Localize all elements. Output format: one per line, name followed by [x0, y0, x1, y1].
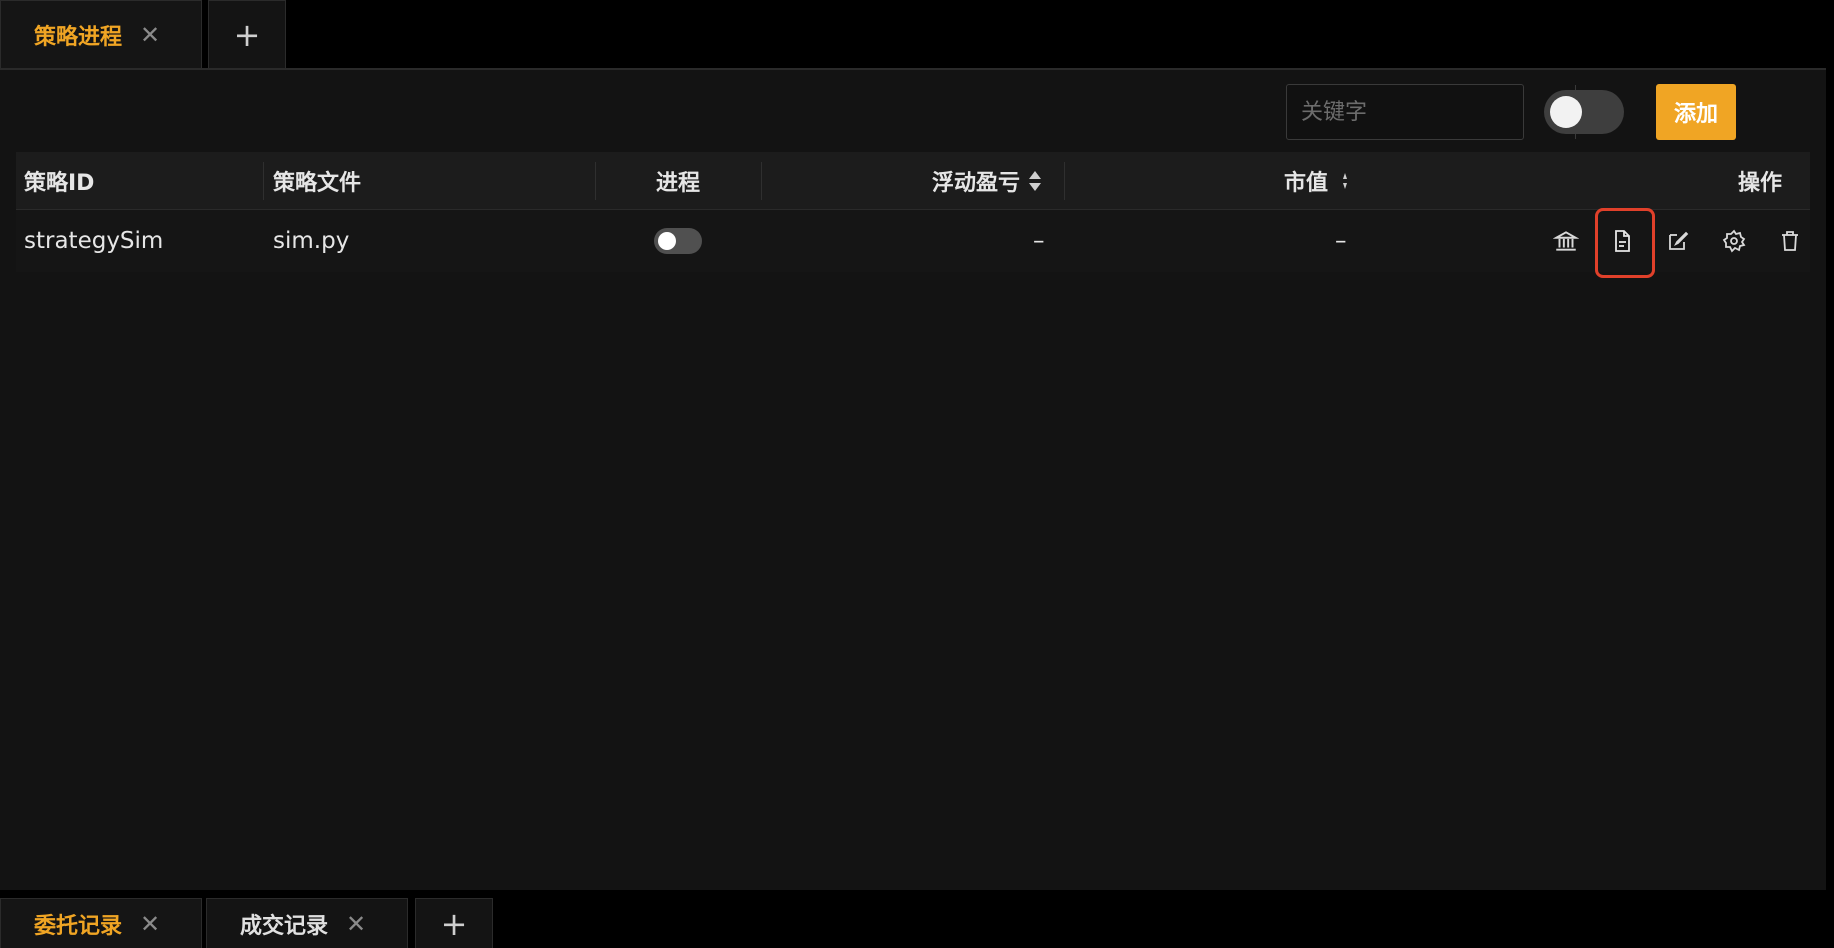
- close-icon[interactable]: ✕: [140, 912, 160, 936]
- header-strategy-id: 策略ID: [24, 171, 95, 196]
- header-process: 进程: [656, 171, 701, 196]
- tab-label: 委托记录: [34, 913, 123, 939]
- settings-icon: [1722, 229, 1746, 253]
- trash-icon: [1782, 231, 1798, 251]
- toolbar: 添加: [1026, 84, 1826, 142]
- close-icon[interactable]: ✕: [346, 912, 366, 936]
- header-floating-pnl[interactable]: 浮动盈亏: [932, 152, 1042, 210]
- strategy-panel: 添加 策略ID 策略文件 进程 浮动盈亏 市值: [0, 68, 1826, 890]
- tab-order-records[interactable]: 委托记录 ✕: [0, 898, 202, 948]
- toolbar-toggle[interactable]: [1544, 90, 1624, 134]
- header-operations: 操作: [1738, 171, 1783, 196]
- add-button[interactable]: 添加: [1656, 84, 1736, 140]
- add-tab-button[interactable]: +: [208, 0, 286, 68]
- settings-button[interactable]: [1706, 210, 1762, 272]
- sort-icon[interactable]: [1028, 169, 1042, 193]
- header-market-value[interactable]: 市值: [1284, 152, 1350, 210]
- column-divider: [1064, 162, 1065, 200]
- tab-label: 策略进程: [34, 24, 123, 50]
- header-market-value-label: 市值: [1284, 171, 1329, 196]
- search-input[interactable]: [1287, 85, 1575, 139]
- search-box: [1286, 84, 1598, 140]
- cell-market-value: –: [1335, 228, 1347, 254]
- bank-button[interactable]: [1538, 210, 1594, 272]
- cell-process: [654, 210, 702, 272]
- right-edge: [1826, 68, 1834, 890]
- strategy-table: 策略ID 策略文件 进程 浮动盈亏 市值 操作 strategySim sim.…: [16, 152, 1810, 278]
- delete-button[interactable]: [1762, 210, 1818, 272]
- document-button[interactable]: [1594, 208, 1655, 278]
- top-tab-bar: 策略进程 ✕ +: [0, 0, 1834, 68]
- column-divider: [595, 162, 596, 200]
- cell-strategy-file: sim.py: [273, 228, 350, 254]
- process-toggle[interactable]: [654, 228, 702, 254]
- close-icon[interactable]: ✕: [140, 23, 160, 47]
- header-floating-pnl-label: 浮动盈亏: [932, 171, 1021, 196]
- add-tab-button[interactable]: +: [415, 898, 493, 948]
- table-header: 策略ID 策略文件 进程 浮动盈亏 市值 操作: [16, 152, 1810, 210]
- table-row: strategySim sim.py – –: [16, 208, 1810, 278]
- highlight-box: [1595, 208, 1655, 278]
- sort-icon[interactable]: [1336, 169, 1350, 193]
- column-divider: [263, 162, 264, 200]
- edit-icon: [1669, 231, 1689, 250]
- edit-button[interactable]: [1650, 210, 1706, 272]
- cell-floating-pnl: –: [1033, 228, 1045, 254]
- cell-strategy-id: strategySim: [24, 228, 164, 254]
- tab-label: 成交记录: [240, 913, 329, 939]
- bank-icon: [1553, 231, 1579, 251]
- tab-trade-records[interactable]: 成交记录 ✕: [206, 898, 408, 948]
- column-divider: [761, 162, 762, 200]
- tab-strategy-process[interactable]: 策略进程 ✕: [0, 0, 202, 68]
- bottom-tab-bar: 委托记录 ✕ 成交记录 ✕ +: [0, 890, 1834, 948]
- header-strategy-file: 策略文件: [273, 171, 362, 196]
- row-actions: [1538, 208, 1818, 278]
